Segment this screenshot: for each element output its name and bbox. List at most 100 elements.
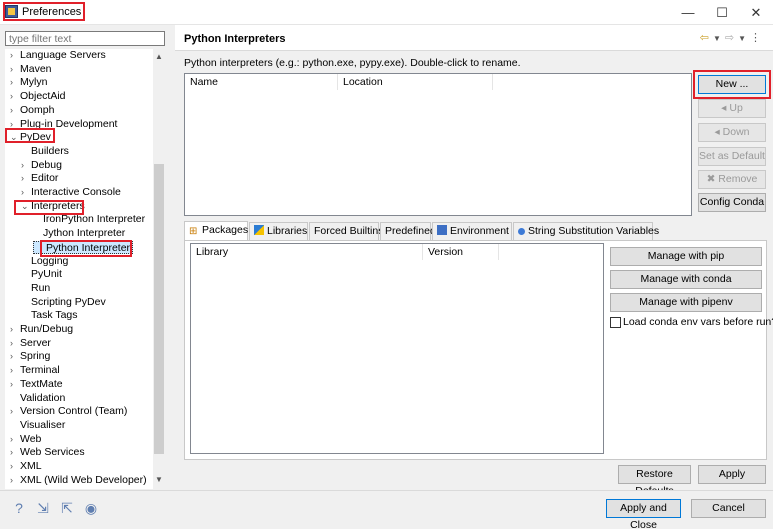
collapse-chevron-icon[interactable]: ›	[10, 405, 20, 418]
tree-item[interactable]: Validation	[10, 392, 65, 405]
down-button[interactable]: ◂ Down	[698, 123, 766, 142]
preferences-tree[interactable]: › Language Servers › Maven › Mylyn › ObjectAid ›…	[5, 49, 153, 489]
collapse-chevron-icon[interactable]: ›	[10, 350, 20, 363]
tree-item[interactable]: Task Tags	[21, 309, 78, 322]
collapse-chevron-icon[interactable]: ›	[21, 172, 31, 185]
collapse-chevron-icon[interactable]: ›	[10, 104, 20, 117]
expand-chevron-icon[interactable]: ⌄	[21, 200, 31, 213]
apply-and-close-button[interactable]: Apply and Close	[606, 499, 681, 529]
back-arrow-icon[interactable]: ⇦	[700, 32, 713, 44]
restore-defaults-button[interactable]: Restore Defaults	[618, 465, 691, 497]
scroll-up-icon[interactable]: ▲	[153, 51, 165, 63]
tab-libraries[interactable]: Libraries	[249, 222, 308, 240]
tree-item[interactable]: Run	[21, 282, 50, 295]
column-name[interactable]: Name	[185, 74, 338, 90]
tree-item[interactable]: ⌄ PyDev	[10, 131, 51, 144]
tree-item[interactable]: Logging	[21, 255, 68, 268]
help-icon[interactable]: ?	[11, 500, 27, 516]
tree-item[interactable]: › Run/Debug	[10, 323, 73, 336]
tree-item[interactable]: › Spring	[10, 350, 50, 363]
column-location[interactable]: Location	[338, 74, 493, 90]
tab-string-substitution[interactable]: String Substitution Variables	[513, 222, 659, 240]
set-default-button[interactable]: Set as Default	[698, 147, 766, 166]
export-icon[interactable]: ⇱	[59, 500, 75, 516]
tree-item[interactable]: Python Interpreter	[33, 240, 134, 254]
collapse-chevron-icon[interactable]: ›	[10, 90, 20, 103]
column-library[interactable]: Library	[191, 244, 423, 260]
manage-conda-button[interactable]: Manage with conda	[610, 270, 762, 289]
tree-item-label: Interpreters	[31, 199, 85, 212]
minimize-button[interactable]: —	[671, 0, 705, 25]
maximize-button[interactable]: ☐	[705, 0, 739, 25]
tree-item[interactable]: › Mylyn	[10, 76, 47, 89]
collapse-chevron-icon[interactable]: ›	[10, 63, 20, 76]
tree-item[interactable]: › Interactive Console	[21, 186, 121, 199]
collapse-chevron-icon[interactable]: ›	[10, 474, 20, 487]
scroll-thumb[interactable]	[154, 164, 164, 454]
window-title: Preferences	[22, 6, 82, 18]
tree-item[interactable]: › Language Servers	[10, 49, 106, 62]
import-icon[interactable]: ⇲	[35, 500, 51, 516]
tree-item[interactable]: › Terminal	[10, 364, 60, 377]
tree-item[interactable]: IronPython Interpreter	[33, 213, 145, 226]
collapse-chevron-icon[interactable]: ›	[10, 364, 20, 377]
tree-item[interactable]: › XML	[10, 460, 42, 473]
collapse-chevron-icon[interactable]: ›	[10, 378, 20, 391]
forward-arrow-icon[interactable]: ⇨	[725, 32, 738, 44]
up-button[interactable]: ◂ Up	[698, 99, 766, 118]
collapse-chevron-icon[interactable]: ›	[21, 186, 31, 199]
tree-item[interactable]: Scripting PyDev	[21, 296, 106, 309]
load-conda-checkbox[interactable]	[610, 317, 621, 328]
view-menu-icon[interactable]: ⋮	[750, 32, 765, 44]
collapse-chevron-icon[interactable]: ›	[21, 159, 31, 172]
tab-forced-builtins[interactable]: Forced Builtins	[309, 222, 383, 240]
close-button[interactable]: ✕	[739, 0, 773, 25]
tree-item[interactable]: › Web	[10, 433, 41, 446]
collapse-chevron-icon[interactable]: ›	[10, 446, 20, 459]
column-version[interactable]: Version	[423, 244, 499, 260]
manage-pip-button[interactable]: Manage with pip	[610, 247, 762, 266]
back-menu-icon[interactable]: ▼	[713, 34, 725, 43]
tree-item[interactable]: › Version Control (Team)	[10, 405, 127, 418]
tree-scrollbar[interactable]: ▲ ▼	[153, 49, 165, 489]
tree-item[interactable]: › XML (Wild Web Developer)	[10, 474, 147, 487]
collapse-chevron-icon[interactable]: ›	[10, 433, 20, 446]
tree-item[interactable]: › Oomph	[10, 104, 54, 117]
tab-predefined[interactable]: Predefined	[380, 222, 436, 240]
tree-item[interactable]: Jython Interpreter	[33, 227, 125, 240]
collapse-chevron-icon[interactable]: ›	[10, 118, 20, 131]
packages-table[interactable]: Library Version	[190, 243, 604, 454]
tab-environment[interactable]: Environment	[432, 222, 512, 240]
interpreters-table[interactable]: Name Location	[184, 73, 692, 216]
tree-item[interactable]: ⌄ Interpreters	[21, 200, 85, 213]
cancel-button[interactable]: Cancel	[691, 499, 766, 518]
collapse-chevron-icon[interactable]: ›	[10, 337, 20, 350]
expand-chevron-icon[interactable]: ⌄	[10, 131, 20, 144]
scroll-down-icon[interactable]: ▼	[153, 474, 165, 486]
apply-button[interactable]: Apply	[698, 465, 766, 484]
tab-packages[interactable]: ⊞ Packages	[184, 221, 248, 241]
tree-item[interactable]: PyUnit	[21, 268, 62, 281]
config-conda-button[interactable]: Config Conda	[698, 193, 766, 212]
tree-item[interactable]: › Plug-in Development	[10, 118, 117, 131]
tree-item[interactable]: Builders	[21, 145, 69, 158]
collapse-chevron-icon[interactable]: ›	[10, 323, 20, 336]
manage-pipenv-button[interactable]: Manage with pipenv	[610, 293, 762, 312]
oomph-record-icon[interactable]: ◉	[83, 500, 99, 516]
tree-item[interactable]: › Debug	[21, 159, 62, 172]
forward-menu-icon[interactable]: ▼	[738, 34, 750, 43]
tree-item[interactable]: Visualiser	[10, 419, 65, 432]
new-button[interactable]: New ...	[698, 75, 766, 94]
collapse-chevron-icon[interactable]: ›	[10, 460, 20, 473]
tree-item[interactable]: › ObjectAid	[10, 90, 66, 103]
filter-input[interactable]	[5, 31, 165, 46]
tree-item[interactable]: › Server	[10, 337, 51, 350]
remove-button[interactable]: ✖ Remove	[698, 170, 766, 189]
collapse-chevron-icon[interactable]: ›	[10, 49, 20, 62]
nav-history-icons[interactable]: ⇦▼⇨▼⋮	[700, 31, 765, 44]
tree-item[interactable]: › Maven	[10, 63, 52, 76]
tree-item[interactable]: › TextMate	[10, 378, 63, 391]
tree-item[interactable]: › Web Services	[10, 446, 85, 459]
tree-item[interactable]: › Editor	[21, 172, 58, 185]
collapse-chevron-icon[interactable]: ›	[10, 76, 20, 89]
